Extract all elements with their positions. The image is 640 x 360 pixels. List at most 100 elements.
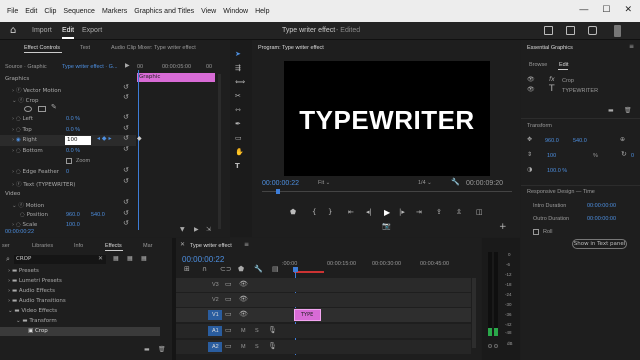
reset-icon[interactable]: ↺ [123,177,129,185]
tab-edit-eg[interactable]: Edit [559,62,568,68]
program-timebar[interactable] [262,191,512,192]
scale-value[interactable]: 100.0 [66,222,80,228]
play-only-icon[interactable]: ▶ [194,226,199,233]
voice-over-mic-icon[interactable]: 🎙 [268,326,277,334]
crop-left-value[interactable]: 0.0 % [66,116,80,122]
voice-over-mic-icon[interactable]: 🎙 [268,342,277,350]
program-monitor-title[interactable]: Program: Type writer effect [258,45,324,51]
tab-text[interactable]: Text [80,45,90,51]
solo-button[interactable]: S [255,344,259,350]
program-playhead[interactable] [276,189,280,194]
toggle-output-icon[interactable]: 👁 [239,280,248,288]
layer-crop[interactable]: Crop [562,78,574,84]
mark-in-icon[interactable]: { [312,208,316,216]
home-icon[interactable]: ⌂ [10,25,16,36]
insert-nest-icon[interactable]: ⊞ [184,265,190,273]
eg-scale[interactable]: 100 [547,153,556,159]
track-a1-label[interactable]: A1 [212,328,219,334]
intro-duration-value[interactable]: 00:00:00:00 [587,203,616,209]
type-tool-icon[interactable]: T [235,162,240,170]
fit-dropdown[interactable]: Fit ⌄ [318,180,330,186]
menu-window[interactable]: Window [223,8,248,15]
menu-view[interactable]: View [201,8,216,15]
add-marker-icon[interactable]: ⬟ [238,265,244,273]
visibility-eye-icon[interactable]: 👁 [527,86,535,93]
lift-icon[interactable]: ⇪ [436,208,442,216]
ellipse-mask-icon[interactable] [24,106,32,112]
sequence-clip-selector[interactable]: Type writer effect · G... [62,64,118,70]
essential-graphics-title[interactable]: Essential Graphics [527,45,573,51]
tab-libraries[interactable]: Libraries [32,243,53,249]
delete-icon[interactable]: 🗑 [158,346,166,353]
filter-icon[interactable]: ▼ [180,226,185,233]
pen-mask-icon[interactable]: ✎ [51,103,57,111]
reset-icon[interactable]: ↺ [123,198,129,206]
sync-lock-icon[interactable]: ▭ [225,342,232,350]
crop-top-value[interactable]: 0.0 % [66,127,80,133]
go-to-in-icon[interactable]: ⇤ [348,208,354,216]
anchor-icon[interactable]: ⊕ [620,136,625,143]
tree-item-lumetri-presets[interactable]: › ▬ Lumetri Presets [8,278,62,284]
new-layer-icon[interactable]: ▬ [608,107,614,114]
crop-right-value-input[interactable]: 100 [65,136,91,145]
solo-button[interactable]: S [255,328,259,334]
reset-icon[interactable]: ↺ [123,134,129,142]
eg-opacity[interactable]: 100.0 % [547,168,567,174]
tab-browse[interactable]: Browse [529,62,547,68]
track-v3-label[interactable]: V3 [212,282,219,288]
sync-lock-icon[interactable]: ▭ [225,310,232,318]
panel-menu-icon[interactable]: ≡ [244,241,249,248]
tab-edit[interactable]: Edit [62,27,74,34]
rectangle-tool-icon[interactable]: ▭ [235,134,242,142]
go-to-out-icon[interactable]: ⇥ [416,208,422,216]
timeline-title[interactable]: Type writer effect [190,243,232,249]
delete-layer-icon[interactable]: 🗑 [624,107,632,114]
maximize-button[interactable]: ☐ [602,4,610,15]
timeline-timecode[interactable]: 00:00:00:22 [182,255,224,264]
reset-icon[interactable]: ↺ [123,145,129,153]
timeline-clip-typewriter[interactable]: TYPE [294,309,321,321]
tree-item-video-effects[interactable]: ⌄ ▬ Video Effects [8,308,57,314]
track-v2-label[interactable]: V2 [212,297,219,303]
sync-lock-icon[interactable]: ▭ [225,326,232,334]
tab-export[interactable]: Export [82,27,102,34]
track-select-tool-icon[interactable]: ⇶ [235,64,241,72]
reset-icon[interactable]: ↺ [123,166,129,174]
settings-wrench-icon[interactable]: 🔧 [451,178,460,186]
compare-icon[interactable]: ◫ [476,208,483,216]
tab-info[interactable]: Info [74,243,83,249]
tree-item-presets[interactable]: › ▬ Presets [8,268,39,274]
step-back-icon[interactable]: ◂| [366,208,372,216]
reset-icon[interactable]: ↺ [123,113,129,121]
pen-tool-icon[interactable]: ✒ [235,120,241,128]
tab-import[interactable]: Import [32,27,52,34]
quick-export-icon[interactable] [566,26,575,35]
rotation-icon[interactable]: ↻ [621,150,627,158]
settings-wrench-icon[interactable]: 🔧 [254,265,263,273]
fullscreen-icon[interactable] [614,25,621,37]
accelerated-effects-icon[interactable]: ▦ [113,255,119,262]
step-forward-icon[interactable]: |▸ [399,208,405,216]
track-v1-label[interactable]: V1 [212,312,219,318]
menu-clip[interactable]: Clip [44,8,56,15]
export-frame-camera-icon[interactable]: 📷 [382,222,391,230]
sync-lock-icon[interactable]: ▭ [225,280,232,288]
yuv-effects-icon[interactable]: ▦ [141,255,147,262]
mute-button[interactable]: M [241,328,246,334]
solo-left-button[interactable] [488,344,492,348]
resolution-dropdown[interactable]: 1/4 ⌄ [418,180,432,186]
razor-tool-icon[interactable]: ✂ [235,92,241,100]
tab-effect-controls[interactable]: Effect Controls [24,45,60,51]
menu-help[interactable]: Help [255,8,269,15]
eg-position-y[interactable]: 540.0 [573,138,587,144]
outro-duration-value[interactable]: 00:00:00:00 [587,216,616,222]
tab-markers[interactable]: Mar [143,243,152,249]
tree-item-audio-transitions[interactable]: › ▬ Audio Transitions [8,298,66,304]
tab-media-browser[interactable]: ser [2,243,10,249]
toggle-output-icon[interactable]: 👁 [239,295,248,303]
close-tab-icon[interactable]: ✕ [180,241,185,248]
toggle-output-icon[interactable]: 👁 [239,310,248,318]
position-y-value[interactable]: 540.0 [91,212,105,218]
reset-icon[interactable]: ↺ [123,124,129,132]
track-a2-label[interactable]: A2 [212,344,219,350]
